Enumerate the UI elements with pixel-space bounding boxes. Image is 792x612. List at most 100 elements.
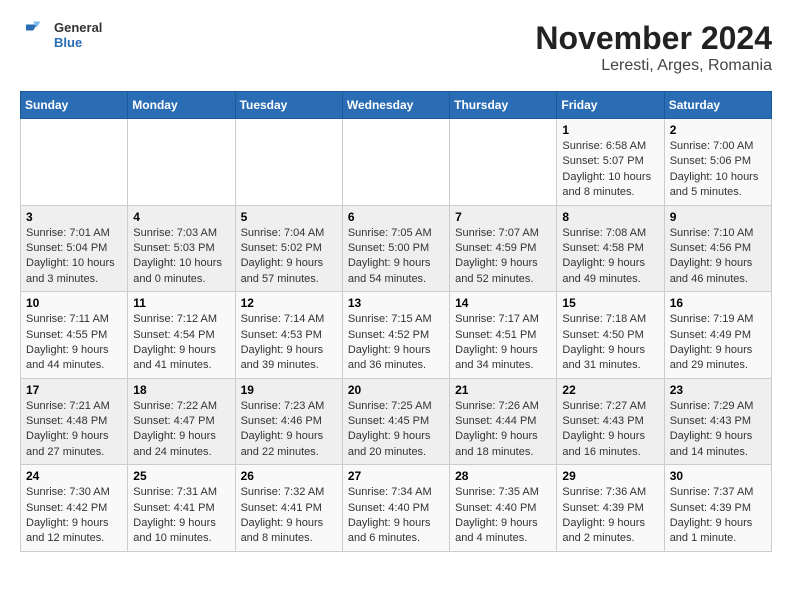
day-info: Sunrise: 7:27 AM Sunset: 4:43 PM Dayligh… [562, 399, 658, 461]
calendar-week-row: 10 Sunrise: 7:11 AM Sunset: 4:55 PM Dayli… [21, 292, 772, 379]
calendar-day-cell: 25 Sunrise: 7:31 AM Sunset: 4:41 PM Dayli… [128, 465, 235, 552]
day-info: Sunrise: 7:35 AM Sunset: 4:40 PM Dayligh… [455, 485, 551, 547]
day-number: 12 [241, 296, 337, 310]
day-number: 14 [455, 296, 551, 310]
day-info: Sunrise: 7:25 AM Sunset: 4:45 PM Dayligh… [348, 399, 444, 461]
calendar-day-cell: 26 Sunrise: 7:32 AM Sunset: 4:41 PM Dayli… [235, 465, 342, 552]
day-number: 11 [133, 296, 229, 310]
day-info: Sunrise: 6:58 AM Sunset: 5:07 PM Dayligh… [562, 139, 658, 201]
day-info: Sunrise: 7:31 AM Sunset: 4:41 PM Dayligh… [133, 485, 229, 547]
logo: General Blue [20, 20, 102, 50]
calendar-day-cell: 5Sunrise: 7:04 AM Sunset: 5:02 PM Daylig… [235, 205, 342, 292]
day-info: Sunrise: 7:23 AM Sunset: 4:46 PM Dayligh… [241, 399, 337, 461]
calendar-day-cell: 27Sunrise: 7:34 AM Sunset: 4:40 PM Dayli… [342, 465, 449, 552]
calendar-table: SundayMondayTuesdayWednesdayThursdayFrid… [20, 91, 772, 552]
day-info: Sunrise: 7:14 AM Sunset: 4:53 PM Dayligh… [241, 312, 337, 374]
day-number: 4 [133, 210, 229, 224]
day-info: Sunrise: 7:36 AM Sunset: 4:39 PM Dayligh… [562, 485, 658, 547]
calendar-week-row: 3 Sunrise: 7:01 AM Sunset: 5:04 PM Daylig… [21, 205, 772, 292]
day-info: Sunrise: 7:22 AM Sunset: 4:47 PM Dayligh… [133, 399, 229, 461]
day-number: 27 [348, 469, 444, 483]
calendar-day-cell: 6 Sunrise: 7:05 AM Sunset: 5:00 PM Daylig… [342, 205, 449, 292]
day-number: 6 [348, 210, 444, 224]
calendar-body: 1 Sunrise: 6:58 AM Sunset: 5:07 PM Daylig… [21, 119, 772, 552]
calendar-day-cell: 10 Sunrise: 7:11 AM Sunset: 4:55 PM Dayli… [21, 292, 128, 379]
day-info: Sunrise: 7:01 AM Sunset: 5:04 PM Dayligh… [26, 226, 122, 288]
calendar-day-cell: 17 Sunrise: 7:21 AM Sunset: 4:48 PM Dayli… [21, 378, 128, 465]
calendar-day-cell: 16 Sunrise: 7:19 AM Sunset: 4:49 PM Dayli… [664, 292, 771, 379]
weekday-header: Saturday [664, 92, 771, 119]
day-number: 23 [670, 383, 766, 397]
day-number: 3 [26, 210, 122, 224]
day-info: Sunrise: 7:10 AM Sunset: 4:56 PM Dayligh… [670, 226, 766, 288]
day-number: 13 [348, 296, 444, 310]
calendar-day-cell: 20 Sunrise: 7:25 AM Sunset: 4:45 PM Dayli… [342, 378, 449, 465]
calendar-day-cell: 24Sunrise: 7:30 AM Sunset: 4:42 PM Dayli… [21, 465, 128, 552]
calendar-header: SundayMondayTuesdayWednesdayThursdayFrid… [21, 92, 772, 119]
day-number: 16 [670, 296, 766, 310]
weekday-header: Thursday [450, 92, 557, 119]
day-number: 20 [348, 383, 444, 397]
calendar-day-cell: 2 Sunrise: 7:00 AM Sunset: 5:06 PM Daylig… [664, 119, 771, 206]
day-info: Sunrise: 7:30 AM Sunset: 4:42 PM Dayligh… [26, 485, 122, 547]
day-number: 25 [133, 469, 229, 483]
day-info: Sunrise: 7:05 AM Sunset: 5:00 PM Dayligh… [348, 226, 444, 288]
title-block: November 2024 Leresti, Arges, Romania [535, 20, 772, 75]
header-row: SundayMondayTuesdayWednesdayThursdayFrid… [21, 92, 772, 119]
day-info: Sunrise: 7:07 AM Sunset: 4:59 PM Dayligh… [455, 226, 551, 288]
day-number: 18 [133, 383, 229, 397]
calendar-day-cell [235, 119, 342, 206]
day-number: 30 [670, 469, 766, 483]
day-info: Sunrise: 7:18 AM Sunset: 4:50 PM Dayligh… [562, 312, 658, 374]
calendar-subtitle: Leresti, Arges, Romania [535, 57, 772, 75]
calendar-day-cell: 18 Sunrise: 7:22 AM Sunset: 4:47 PM Dayli… [128, 378, 235, 465]
calendar-day-cell: 19 Sunrise: 7:23 AM Sunset: 4:46 PM Dayli… [235, 378, 342, 465]
day-info: Sunrise: 7:03 AM Sunset: 5:03 PM Dayligh… [133, 226, 229, 288]
calendar-day-cell: 11Sunrise: 7:12 AM Sunset: 4:54 PM Dayli… [128, 292, 235, 379]
day-number: 28 [455, 469, 551, 483]
weekday-header: Wednesday [342, 92, 449, 119]
day-number: 8 [562, 210, 658, 224]
calendar-day-cell: 3 Sunrise: 7:01 AM Sunset: 5:04 PM Daylig… [21, 205, 128, 292]
day-number: 26 [241, 469, 337, 483]
day-info: Sunrise: 7:26 AM Sunset: 4:44 PM Dayligh… [455, 399, 551, 461]
calendar-day-cell: 21 Sunrise: 7:26 AM Sunset: 4:44 PM Dayli… [450, 378, 557, 465]
day-info: Sunrise: 7:21 AM Sunset: 4:48 PM Dayligh… [26, 399, 122, 461]
calendar-week-row: 17 Sunrise: 7:21 AM Sunset: 4:48 PM Dayli… [21, 378, 772, 465]
weekday-header: Monday [128, 92, 235, 119]
calendar-day-cell: 13 Sunrise: 7:15 AM Sunset: 4:52 PM Dayli… [342, 292, 449, 379]
calendar-day-cell: 8Sunrise: 7:08 AM Sunset: 4:58 PM Daylig… [557, 205, 664, 292]
weekday-header: Sunday [21, 92, 128, 119]
day-number: 19 [241, 383, 337, 397]
day-number: 7 [455, 210, 551, 224]
calendar-day-cell: 4 Sunrise: 7:03 AM Sunset: 5:03 PM Daylig… [128, 205, 235, 292]
day-info: Sunrise: 7:37 AM Sunset: 4:39 PM Dayligh… [670, 485, 766, 547]
calendar-day-cell [342, 119, 449, 206]
day-number: 29 [562, 469, 658, 483]
day-info: Sunrise: 7:15 AM Sunset: 4:52 PM Dayligh… [348, 312, 444, 374]
logo-general: General [54, 20, 102, 35]
day-info: Sunrise: 7:17 AM Sunset: 4:51 PM Dayligh… [455, 312, 551, 374]
day-number: 1 [562, 123, 658, 137]
day-info: Sunrise: 7:19 AM Sunset: 4:49 PM Dayligh… [670, 312, 766, 374]
logo-blue: Blue [54, 35, 102, 50]
calendar-day-cell: 9Sunrise: 7:10 AM Sunset: 4:56 PM Daylig… [664, 205, 771, 292]
calendar-day-cell: 12 Sunrise: 7:14 AM Sunset: 4:53 PM Dayli… [235, 292, 342, 379]
day-info: Sunrise: 7:11 AM Sunset: 4:55 PM Dayligh… [26, 312, 122, 374]
page-header: General Blue November 2024 Leresti, Arge… [20, 20, 772, 75]
day-number: 17 [26, 383, 122, 397]
day-info: Sunrise: 7:32 AM Sunset: 4:41 PM Dayligh… [241, 485, 337, 547]
calendar-day-cell: 28 Sunrise: 7:35 AM Sunset: 4:40 PM Dayli… [450, 465, 557, 552]
day-number: 10 [26, 296, 122, 310]
logo-text: General Blue [54, 20, 102, 50]
day-number: 2 [670, 123, 766, 137]
day-info: Sunrise: 7:00 AM Sunset: 5:06 PM Dayligh… [670, 139, 766, 201]
calendar-week-row: 24Sunrise: 7:30 AM Sunset: 4:42 PM Dayli… [21, 465, 772, 552]
calendar-day-cell: 7 Sunrise: 7:07 AM Sunset: 4:59 PM Daylig… [450, 205, 557, 292]
calendar-day-cell: 29 Sunrise: 7:36 AM Sunset: 4:39 PM Dayli… [557, 465, 664, 552]
calendar-day-cell: 1 Sunrise: 6:58 AM Sunset: 5:07 PM Daylig… [557, 119, 664, 206]
calendar-day-cell: 15Sunrise: 7:18 AM Sunset: 4:50 PM Dayli… [557, 292, 664, 379]
day-info: Sunrise: 7:29 AM Sunset: 4:43 PM Dayligh… [670, 399, 766, 461]
calendar-day-cell: 22Sunrise: 7:27 AM Sunset: 4:43 PM Dayli… [557, 378, 664, 465]
day-number: 21 [455, 383, 551, 397]
